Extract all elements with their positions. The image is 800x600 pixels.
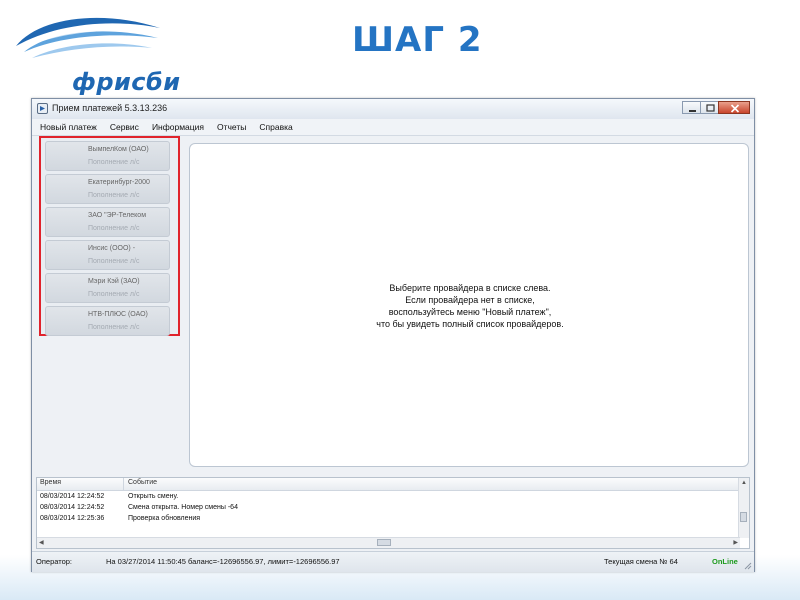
app-icon xyxy=(37,103,48,114)
table-row[interactable]: 08/03/2014 12:24:52 Смена открыта. Номер… xyxy=(37,504,740,514)
scroll-up-icon[interactable]: ▲ xyxy=(741,479,747,487)
menu-information[interactable]: Информация xyxy=(147,122,209,132)
log-event: Проверка обновления xyxy=(128,515,201,522)
menu-service[interactable]: Сервис xyxy=(105,122,144,132)
menu-bar: Новый платеж Сервис Информация Отчеты Сп… xyxy=(32,119,754,136)
column-header-time[interactable]: Время xyxy=(40,479,61,486)
frisbee-swoosh-logo-icon xyxy=(16,17,160,58)
column-separator xyxy=(123,478,124,490)
window-titlebar[interactable]: Прием платежей 5.3.13.236 xyxy=(32,99,754,120)
frisbee-logo: фрисби xyxy=(10,8,180,96)
slide-title: ШАГ 2 xyxy=(352,20,483,60)
provider-name: ВымпелКом (ОАО) xyxy=(88,146,149,153)
log-vertical-scrollbar[interactable]: ▲ xyxy=(738,478,749,538)
log-time: 08/03/2014 12:24:52 xyxy=(40,493,105,500)
close-button[interactable] xyxy=(718,101,750,114)
log-horizontal-scrollbar[interactable]: ◀ ▶ xyxy=(37,537,740,548)
provider-name: ЗАО "ЭР-Телеком xyxy=(88,212,147,219)
table-row[interactable]: 08/03/2014 12:24:52 Открыть смену. xyxy=(37,493,740,503)
hint-line: что бы увидеть полный список провайдеров… xyxy=(376,319,564,329)
provider-subtitle: Пополнение л/с xyxy=(88,159,140,166)
hint-line: Выберите провайдера в списке слева. xyxy=(389,283,551,293)
log-event: Открыть смену. xyxy=(128,493,179,500)
hint-line: Если провайдера нет в списке, xyxy=(405,295,535,305)
log-time: 08/03/2014 12:25:36 xyxy=(40,515,105,522)
column-header-event[interactable]: Событие xyxy=(128,479,157,486)
provider-name: НТВ-ПЛЮС (ОАО) xyxy=(88,311,148,318)
log-event: Смена открыта. Номер смены -64 xyxy=(128,504,238,511)
provider-name: Инсис (ООО) - xyxy=(88,245,136,252)
provider-subtitle: Пополнение л/с xyxy=(88,225,140,232)
menu-new-payment[interactable]: Новый платеж xyxy=(35,122,102,132)
resize-grip-icon[interactable] xyxy=(743,561,752,570)
online-status-badge: OnLine xyxy=(712,557,738,566)
provider-name: Мэри Кэй (ЗАО) xyxy=(88,278,140,285)
provider-button-beeline[interactable]: ВымпелКом (ОАО) Пополнение л/с xyxy=(45,141,170,171)
provider-button-er-telecom[interactable]: ЗАО "ЭР-Телеком Пополнение л/с xyxy=(45,207,170,237)
log-horizontal-scroll-thumb[interactable] xyxy=(377,539,391,546)
provider-subtitle: Пополнение л/с xyxy=(88,324,140,331)
provider-list-highlighted: ВымпелКом (ОАО) Пополнение л/с Екатеринб… xyxy=(39,136,180,336)
log-vertical-scroll-thumb[interactable] xyxy=(740,512,747,522)
menu-help[interactable]: Справка xyxy=(254,122,297,132)
provider-button-ntv-plus[interactable]: НТВ-ПЛЮС (ОАО) Пополнение л/с xyxy=(45,306,170,336)
operator-label: Оператор: xyxy=(36,557,73,566)
current-shift: Текущая смена № 64 xyxy=(604,557,678,566)
scroll-left-icon[interactable]: ◀ xyxy=(39,539,44,547)
logo-wordmark: фрисби xyxy=(72,68,181,96)
table-row[interactable]: 08/03/2014 12:25:36 Проверка обновления xyxy=(37,515,740,525)
provider-hint-message: Выберите провайдера в списке слева. Если… xyxy=(190,282,750,330)
hint-line: воспользуйтесь меню "Новый платеж", xyxy=(388,307,552,317)
log-header-row: Время Событие xyxy=(37,478,740,491)
provider-subtitle: Пополнение л/с xyxy=(88,258,140,265)
log-time: 08/03/2014 12:24:52 xyxy=(40,504,105,511)
provider-name: Екатеринбург-2000 xyxy=(88,179,150,186)
scroll-right-icon[interactable]: ▶ xyxy=(733,539,738,547)
event-log-table: Время Событие 08/03/2014 12:24:52 Открыт… xyxy=(36,477,750,549)
window-controls xyxy=(682,101,750,116)
provider-button-ekaterinburg-2000[interactable]: Екатеринбург-2000 Пополнение л/с xyxy=(45,174,170,204)
payment-app-window: Прием платежей 5.3.13.236 Новый платеж С… xyxy=(31,98,755,572)
minimize-button[interactable] xyxy=(682,101,701,114)
provider-button-mary-kay[interactable]: Мэри Кэй (ЗАО) Пополнение л/с xyxy=(45,273,170,303)
provider-subtitle: Пополнение л/с xyxy=(88,291,140,298)
provider-subtitle: Пополнение л/с xyxy=(88,192,140,199)
maximize-button[interactable] xyxy=(700,101,719,114)
status-bar: Оператор: На 03/27/2014 11:50:45 баланс=… xyxy=(32,551,754,572)
main-content-panel: Выберите провайдера в списке слева. Если… xyxy=(189,143,749,467)
balance-status: На 03/27/2014 11:50:45 баланс=-12696556.… xyxy=(106,557,340,566)
close-icon xyxy=(730,104,740,113)
menu-reports[interactable]: Отчеты xyxy=(212,122,251,132)
provider-button-insis[interactable]: Инсис (ООО) - Пополнение л/с xyxy=(45,240,170,270)
window-title: Прием платежей 5.3.13.236 xyxy=(52,103,168,113)
